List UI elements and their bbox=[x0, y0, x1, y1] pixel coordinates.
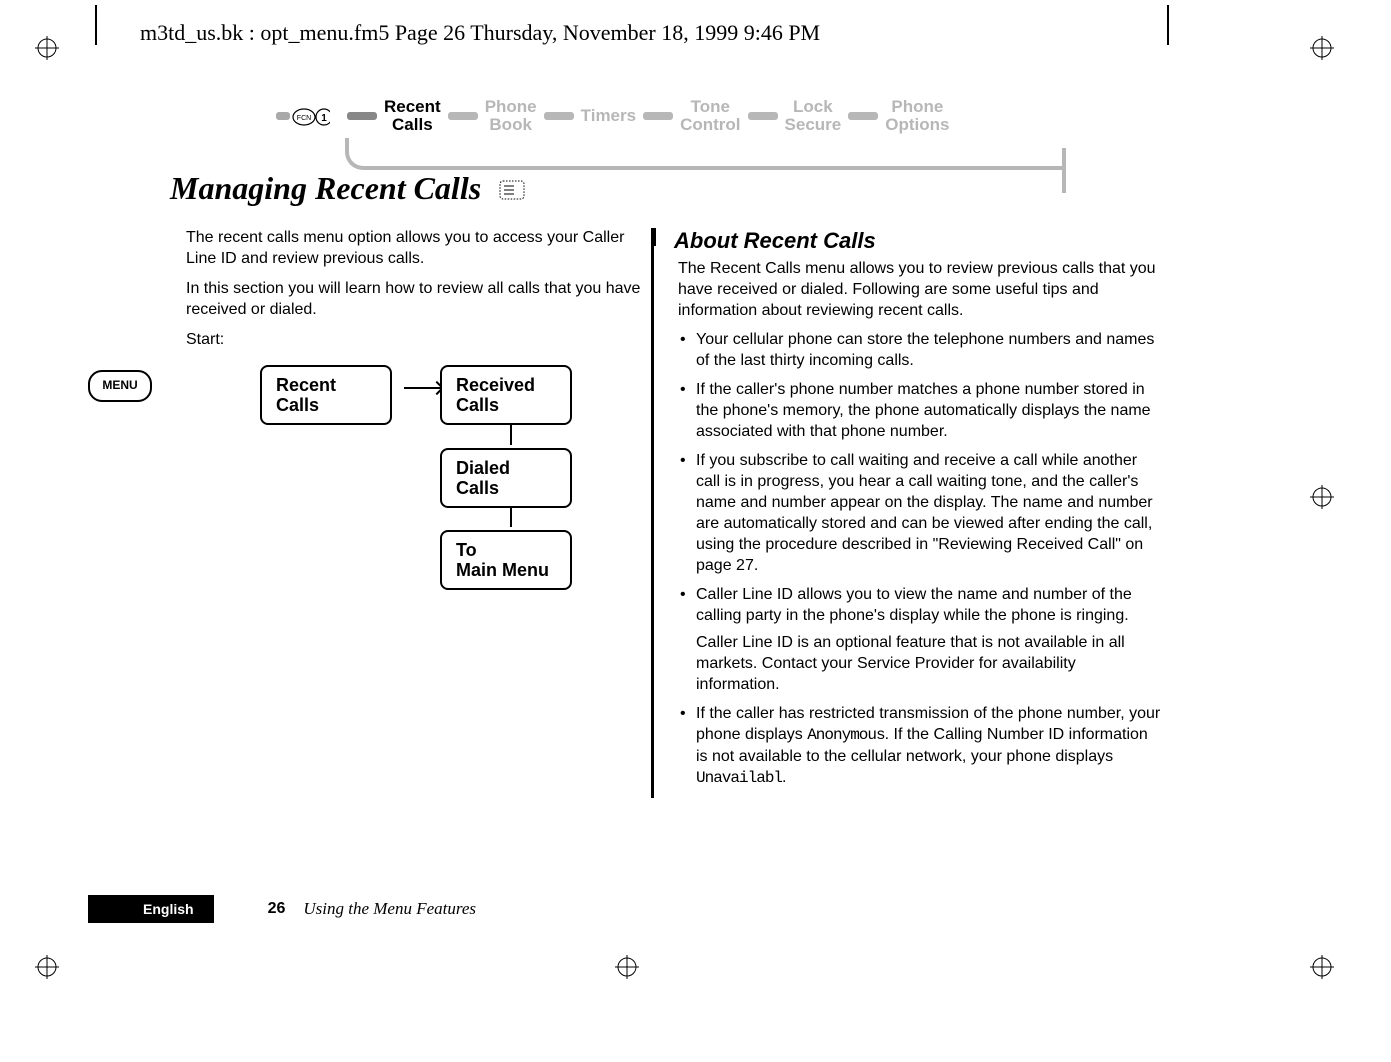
nav-item: PhoneBook bbox=[485, 98, 537, 134]
document-header-filename: m3td_us.bk : opt_menu.fm5 Page 26 Thursd… bbox=[140, 20, 820, 46]
tree-node: DialedCalls bbox=[440, 448, 572, 508]
bullet-item: If you subscribe to call waiting and rec… bbox=[678, 450, 1163, 576]
nav-item: RecentCalls bbox=[384, 98, 441, 134]
nav-item: PhoneOptions bbox=[885, 98, 949, 134]
right-column: About Recent Calls The Recent Calls menu… bbox=[666, 228, 1163, 797]
tree-node: ToMain Menu bbox=[440, 530, 572, 590]
crop-mark-icon bbox=[1310, 485, 1334, 509]
nav-item: LockSecure bbox=[785, 98, 842, 134]
language-badge: English bbox=[88, 895, 214, 923]
tree-node: ReceivedCalls bbox=[440, 365, 572, 425]
nav-separator bbox=[643, 112, 673, 120]
nav-separator bbox=[848, 112, 878, 120]
trim-line bbox=[1167, 5, 1169, 45]
connector-line bbox=[404, 387, 440, 389]
lead-paragraph: The Recent Calls menu allows you to revi… bbox=[678, 258, 1163, 321]
bullet-list: Your cellular phone can store the teleph… bbox=[678, 329, 1163, 789]
bullet-item: Your cellular phone can store the teleph… bbox=[678, 329, 1163, 371]
nav-item: ToneControl bbox=[680, 98, 740, 134]
nav-separator bbox=[448, 112, 478, 120]
crop-mark-icon bbox=[35, 955, 59, 979]
crop-mark-icon bbox=[35, 36, 59, 60]
crop-mark-icon bbox=[615, 955, 639, 979]
intro-text: The recent calls menu option allows you … bbox=[186, 227, 646, 359]
svg-text:FCN: FCN bbox=[297, 115, 311, 122]
bullet-item: Caller Line ID allows you to view the na… bbox=[678, 584, 1163, 695]
nav-separator bbox=[748, 112, 778, 120]
nav-item: Timers bbox=[581, 107, 636, 125]
menu-key-icon: MENU bbox=[88, 370, 152, 402]
crop-mark-icon bbox=[1310, 955, 1334, 979]
tree-node-root: RecentCalls bbox=[260, 365, 392, 425]
bullet-item: If the caller has restricted transmissio… bbox=[678, 703, 1163, 789]
crop-mark-icon bbox=[1310, 36, 1334, 60]
menu-navigation-bar: FCN 1 RecentCalls PhoneBook Timers ToneCont… bbox=[230, 86, 1060, 166]
page-number: 26 bbox=[268, 895, 286, 923]
section-rule-thick bbox=[651, 228, 656, 246]
fcn-1-key-icon: FCN 1 bbox=[276, 104, 330, 130]
page-footer: English 26 Using the Menu Features bbox=[88, 895, 476, 923]
bullet-item: If the caller's phone number matches a p… bbox=[678, 379, 1163, 442]
svg-text:1: 1 bbox=[321, 113, 327, 124]
nav-separator bbox=[544, 112, 574, 120]
connector-line bbox=[510, 425, 512, 445]
connector-line bbox=[510, 507, 512, 527]
nav-separator bbox=[347, 112, 377, 120]
recent-calls-icon bbox=[499, 173, 525, 210]
section-title: Using the Menu Features bbox=[303, 895, 476, 923]
bullet-extra: Caller Line ID is an optional feature th… bbox=[696, 632, 1163, 695]
subheading: About Recent Calls bbox=[674, 228, 1163, 254]
section-rule bbox=[651, 228, 654, 798]
trim-line bbox=[95, 5, 97, 45]
page-heading: Managing Recent Calls bbox=[170, 170, 525, 210]
nav-loop-line bbox=[345, 138, 1062, 170]
display-text: Unavailabl bbox=[696, 769, 782, 787]
display-text: Anonymous bbox=[807, 726, 884, 744]
